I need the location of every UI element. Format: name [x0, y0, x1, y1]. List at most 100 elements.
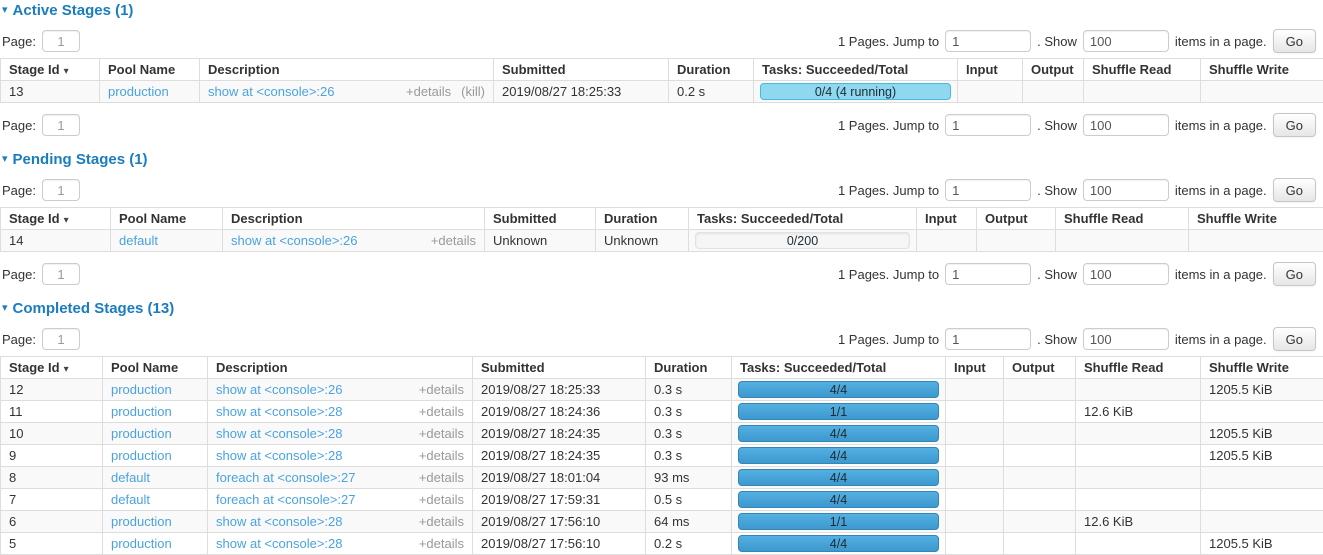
details-toggle-link[interactable]: +details — [419, 514, 464, 529]
pool-name-link[interactable]: default — [111, 470, 150, 485]
submitted-cell: 2019/08/27 18:25:33 — [494, 81, 669, 103]
details-toggle-link[interactable]: +details — [419, 536, 464, 551]
description-cell: show at <console>:28 +details — [208, 511, 473, 533]
description-link[interactable]: show at <console>:26 — [216, 382, 342, 397]
column-header-output[interactable]: Output — [977, 208, 1056, 230]
pool-name-link[interactable]: production — [111, 448, 172, 463]
page-number-input[interactable] — [42, 263, 80, 285]
page-number-input[interactable] — [42, 179, 80, 201]
section-heading-active-stages[interactable]: ▾ Active Stages (1) — [2, 2, 1323, 19]
show-count-input[interactable] — [1083, 114, 1169, 136]
page-number-input[interactable] — [42, 114, 80, 136]
column-header-pool-name[interactable]: Pool Name — [100, 59, 200, 81]
column-header-description[interactable]: Description — [200, 59, 494, 81]
column-header-input[interactable]: Input — [958, 59, 1023, 81]
column-header-input[interactable]: Input — [917, 208, 977, 230]
pool-name-link[interactable]: default — [119, 233, 158, 248]
column-header-duration[interactable]: Duration — [646, 357, 732, 379]
show-text: . Show — [1037, 34, 1077, 49]
description-link[interactable]: show at <console>:26 — [231, 233, 357, 248]
column-header-stage-id[interactable]: Stage Id▾ — [1, 357, 103, 379]
stage-id-cell: 7 — [1, 489, 103, 511]
column-header-duration[interactable]: Duration — [596, 208, 689, 230]
go-button[interactable]: Go — [1273, 178, 1316, 202]
pool-name-link[interactable]: production — [111, 382, 172, 397]
show-count-input[interactable] — [1083, 328, 1169, 350]
pool-name-link[interactable]: default — [111, 492, 150, 507]
column-header-input[interactable]: Input — [946, 357, 1004, 379]
go-button[interactable]: Go — [1273, 327, 1316, 351]
section-title: Completed Stages (13) — [13, 300, 175, 317]
column-header-submitted[interactable]: Submitted — [485, 208, 596, 230]
go-button[interactable]: Go — [1273, 29, 1316, 53]
items-per-page-text: items in a page. — [1175, 183, 1267, 198]
description-link[interactable]: show at <console>:28 — [216, 514, 342, 529]
column-header-tasks-succeeded-total[interactable]: Tasks: Succeeded/Total — [732, 357, 946, 379]
page-number-input[interactable] — [42, 328, 80, 350]
shuffle-write-cell — [1201, 401, 1323, 423]
description-link[interactable]: foreach at <console>:27 — [216, 470, 356, 485]
pool-name-link[interactable]: production — [111, 536, 172, 551]
description-link[interactable]: show at <console>:26 — [208, 84, 334, 99]
jump-to-input[interactable] — [945, 263, 1031, 285]
column-header-description[interactable]: Description — [223, 208, 485, 230]
column-header-shuffle-read[interactable]: Shuffle Read — [1056, 208, 1189, 230]
details-toggle-link[interactable]: +details — [431, 233, 476, 248]
pool-name-link[interactable]: production — [111, 404, 172, 419]
details-toggle-link[interactable]: +details — [419, 426, 464, 441]
jump-to-input[interactable] — [945, 179, 1031, 201]
column-header-description[interactable]: Description — [208, 357, 473, 379]
pool-name-link[interactable]: production — [111, 426, 172, 441]
column-header-stage-id[interactable]: Stage Id▾ — [1, 208, 111, 230]
column-header-pool-name[interactable]: Pool Name — [103, 357, 208, 379]
details-toggle-link[interactable]: +details — [419, 404, 464, 419]
details-toggle-link[interactable]: +details — [419, 382, 464, 397]
page-number-input[interactable] — [42, 30, 80, 52]
column-header-tasks-succeeded-total[interactable]: Tasks: Succeeded/Total — [754, 59, 958, 81]
details-toggle-link[interactable]: +details — [419, 448, 464, 463]
column-header-shuffle-write[interactable]: Shuffle Write — [1201, 357, 1323, 379]
column-header-pool-name[interactable]: Pool Name — [111, 208, 223, 230]
description-link[interactable]: show at <console>:28 — [216, 404, 342, 419]
column-header-label: Submitted — [481, 360, 545, 375]
column-header-submitted[interactable]: Submitted — [494, 59, 669, 81]
page-indicator: Page: — [2, 30, 80, 52]
column-header-submitted[interactable]: Submitted — [473, 357, 646, 379]
description-link[interactable]: show at <console>:28 — [216, 426, 342, 441]
column-header-output[interactable]: Output — [1023, 59, 1084, 81]
tasks-progress-cell: 0/4 (4 running) — [754, 81, 958, 103]
description-link[interactable]: show at <console>:28 — [216, 536, 342, 551]
show-count-input[interactable] — [1083, 30, 1169, 52]
column-header-shuffle-read[interactable]: Shuffle Read — [1076, 357, 1201, 379]
pool-name-link[interactable]: production — [108, 84, 169, 99]
tasks-progress-label: 4/4 — [739, 426, 938, 441]
pool-name-link[interactable]: production — [111, 514, 172, 529]
column-header-tasks-succeeded-total[interactable]: Tasks: Succeeded/Total — [689, 208, 917, 230]
column-header-stage-id[interactable]: Stage Id▾ — [1, 59, 100, 81]
description-link[interactable]: foreach at <console>:27 — [216, 492, 356, 507]
kill-link[interactable]: (kill) — [461, 84, 485, 99]
tasks-progress-cell: 4/4 — [732, 467, 946, 489]
details-toggle-link[interactable]: +details — [419, 470, 464, 485]
go-button[interactable]: Go — [1273, 262, 1316, 286]
section-heading-completed-stages[interactable]: ▾ Completed Stages (13) — [2, 300, 1323, 317]
details-toggle-link[interactable]: +details — [419, 492, 464, 507]
column-header-output[interactable]: Output — [1004, 357, 1076, 379]
jump-to-input[interactable] — [945, 30, 1031, 52]
column-header-duration[interactable]: Duration — [669, 59, 754, 81]
column-header-shuffle-read[interactable]: Shuffle Read — [1084, 59, 1201, 81]
jump-to-input[interactable] — [945, 114, 1031, 136]
go-button[interactable]: Go — [1273, 113, 1316, 137]
section-heading-pending-stages[interactable]: ▾ Pending Stages (1) — [2, 151, 1323, 168]
page-indicator: Page: — [2, 114, 80, 136]
description-link[interactable]: show at <console>:28 — [216, 448, 342, 463]
show-count-input[interactable] — [1083, 263, 1169, 285]
column-header-shuffle-write[interactable]: Shuffle Write — [1189, 208, 1323, 230]
duration-cell: 0.2 s — [669, 81, 754, 103]
column-header-label: Duration — [677, 62, 730, 77]
details-toggle-link[interactable]: +details — [406, 84, 451, 99]
column-header-shuffle-write[interactable]: Shuffle Write — [1201, 59, 1323, 81]
show-count-input[interactable] — [1083, 179, 1169, 201]
column-header-label: Submitted — [502, 62, 566, 77]
jump-to-input[interactable] — [945, 328, 1031, 350]
